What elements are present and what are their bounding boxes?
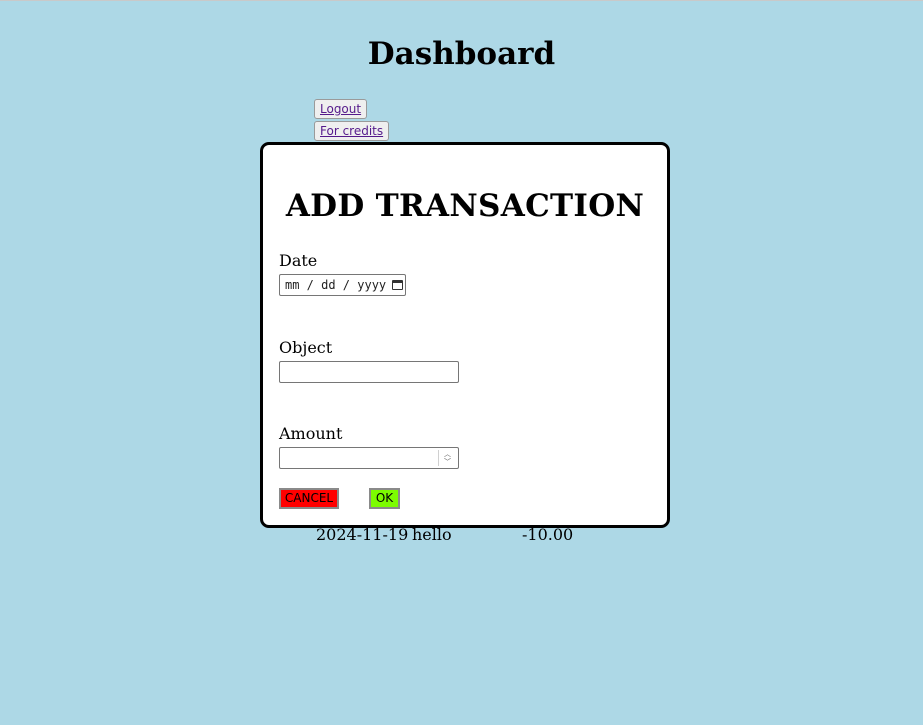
date-placeholder: mm / dd / yyyy <box>285 278 387 292</box>
modal-title: ADD TRANSACTION <box>285 188 645 224</box>
add-transaction-modal: ADD TRANSACTION Date mm / dd / yyyy Obje… <box>260 142 670 528</box>
logout-link[interactable]: Logout <box>314 99 368 119</box>
transaction-object: hello <box>412 525 452 544</box>
date-input[interactable]: mm / dd / yyyy <box>279 274 406 296</box>
credits-link[interactable]: For credits <box>314 121 390 141</box>
page-title: Dashboard <box>367 36 556 72</box>
amount-label: Amount <box>279 424 343 443</box>
spinner-down-icon[interactable]: ﹀ <box>439 458 456 466</box>
calendar-icon[interactable] <box>392 280 404 290</box>
object-input[interactable] <box>279 361 459 383</box>
ok-button[interactable]: OK <box>369 488 400 509</box>
date-label: Date <box>279 251 318 270</box>
transaction-amount: -10.00 <box>522 525 574 544</box>
number-spinner[interactable]: ︿ ﹀ <box>438 450 456 466</box>
cancel-button[interactable]: CANCEL <box>279 488 339 509</box>
object-label: Object <box>279 338 333 357</box>
top-border <box>0 0 923 1</box>
amount-input[interactable]: ︿ ﹀ <box>279 447 459 469</box>
spinner-up-icon[interactable]: ︿ <box>439 450 456 458</box>
transaction-date: 2024-11-19 <box>316 525 409 544</box>
